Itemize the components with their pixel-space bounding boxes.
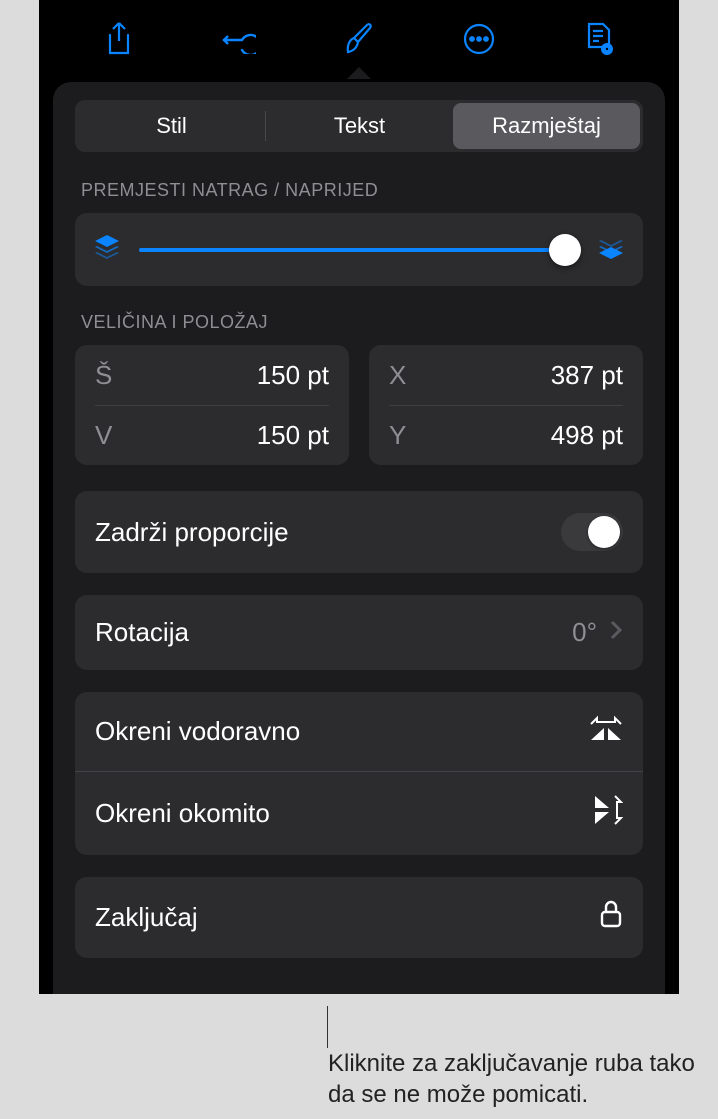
width-value: 150 pt: [257, 360, 329, 391]
size-position-header: Veličina i položaj: [81, 312, 637, 333]
x-field[interactable]: X 387 pt: [389, 345, 623, 405]
y-field[interactable]: Y 498 pt: [389, 405, 623, 465]
undo-button[interactable]: [215, 15, 263, 63]
tab-style[interactable]: Stil: [78, 103, 265, 149]
send-back-icon[interactable]: [93, 233, 121, 266]
lock-label: Zaključaj: [95, 902, 198, 933]
slider-thumb[interactable]: [549, 234, 581, 266]
lock-icon: [599, 899, 623, 936]
bring-front-icon[interactable]: [597, 233, 625, 266]
more-button[interactable]: [455, 15, 503, 63]
flip-vertical-label: Okreni okomito: [95, 798, 270, 829]
rotation-row[interactable]: Rotacija 0°: [75, 595, 643, 670]
y-value: 498 pt: [551, 420, 623, 451]
lock-row[interactable]: Zaključaj: [75, 877, 643, 958]
format-brush-button[interactable]: [335, 15, 383, 63]
chevron-right-icon: [609, 617, 623, 648]
format-inspector-panel: Stil Tekst Razmještaj Premjesti natrag /…: [53, 82, 665, 994]
size-position-grid: Š 150 pt V 150 pt X 387 pt Y 498 pt: [75, 345, 643, 465]
rotation-label: Rotacija: [95, 617, 189, 648]
x-value: 387 pt: [551, 360, 623, 391]
flip-vertical-icon: [593, 794, 623, 833]
rotation-value: 0°: [572, 617, 597, 648]
x-label: X: [389, 360, 406, 391]
inspector-tabs: Stil Tekst Razmještaj: [75, 100, 643, 152]
y-label: Y: [389, 420, 406, 451]
height-value: 150 pt: [257, 420, 329, 451]
callout-text: Kliknite za zaključavanje ruba tako da s…: [328, 1048, 702, 1110]
position-card: X 387 pt Y 498 pt: [369, 345, 643, 465]
flip-horizontal-icon: [589, 714, 623, 749]
height-field[interactable]: V 150 pt: [95, 405, 329, 465]
z-order-slider[interactable]: [139, 248, 579, 252]
width-field[interactable]: Š 150 pt: [95, 345, 329, 405]
z-order-slider-card: [75, 213, 643, 286]
size-card: Š 150 pt V 150 pt: [75, 345, 349, 465]
flip-vertical-row[interactable]: Okreni okomito: [75, 771, 643, 855]
constrain-proportions-row: Zadrži proporcije: [75, 491, 643, 573]
constrain-proportions-toggle[interactable]: [561, 513, 623, 551]
top-toolbar: [39, 0, 679, 78]
flip-horizontal-row[interactable]: Okreni vodoravno: [75, 692, 643, 771]
constrain-proportions-label: Zadrži proporcije: [95, 517, 289, 548]
document-options-button[interactable]: [575, 15, 623, 63]
move-back-forward-header: Premjesti natrag / naprijed: [81, 180, 637, 201]
share-button[interactable]: [95, 15, 143, 63]
width-label: Š: [95, 360, 112, 391]
callout-leader-line: [327, 1006, 328, 1048]
height-label: V: [95, 420, 112, 451]
tab-arrange[interactable]: Razmještaj: [453, 103, 640, 149]
flip-horizontal-label: Okreni vodoravno: [95, 716, 300, 747]
tab-text[interactable]: Tekst: [266, 103, 453, 149]
